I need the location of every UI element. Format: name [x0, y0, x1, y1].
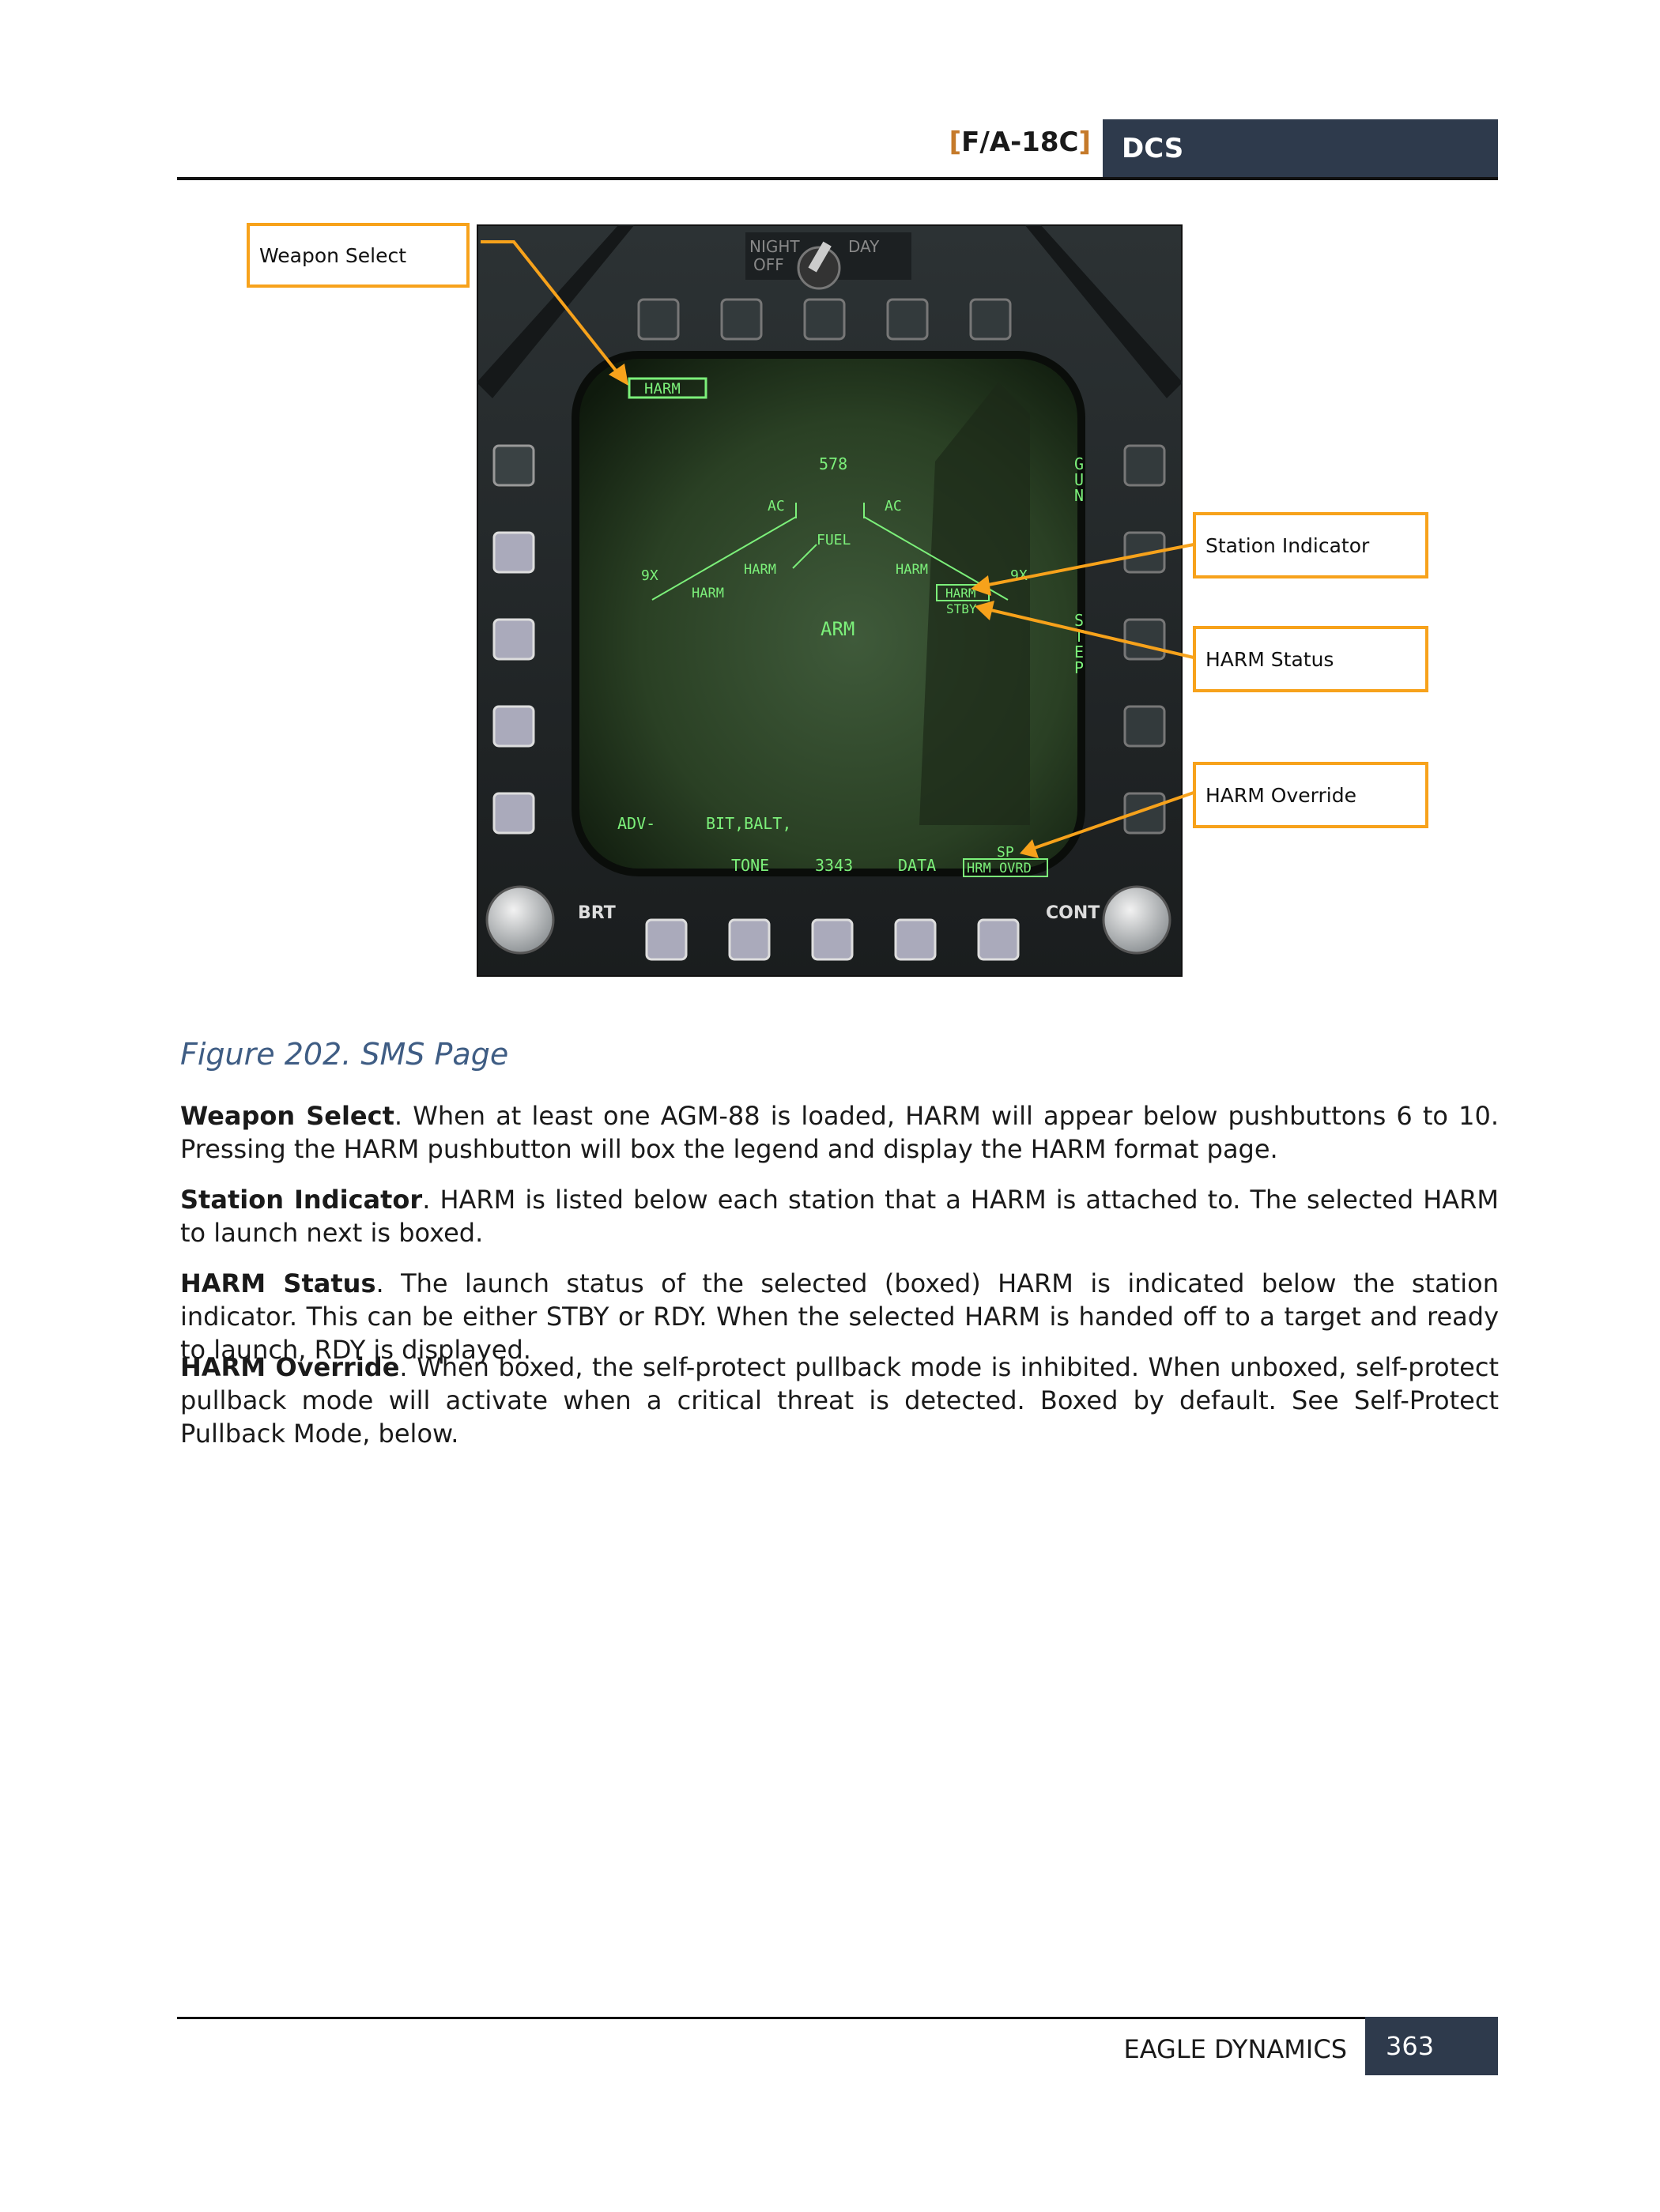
footer-rule: [177, 2017, 1498, 2019]
callout-station-indicator-label: Station Indicator: [1205, 533, 1370, 557]
leader-harm-override: [1027, 791, 1194, 852]
callout-harm-override: HARM Override: [1193, 762, 1428, 828]
callout-station-indicator: Station Indicator: [1193, 512, 1428, 578]
para-harm-override: HARM Override. When boxed, the self-prot…: [180, 1351, 1499, 1450]
para-harm-override-title: HARM Override: [180, 1352, 400, 1382]
page-number: 363: [1365, 2017, 1498, 2075]
arrowhead-harm-status: [975, 601, 994, 620]
arrowhead-station-indicator: [971, 575, 991, 596]
callout-harm-status: HARM Status: [1193, 626, 1428, 692]
callout-weapon-select: Weapon Select: [247, 223, 470, 288]
para-harm-status-title: HARM Status: [180, 1268, 376, 1298]
para-station-indicator: Station Indicator. HARM is listed below …: [180, 1183, 1499, 1249]
callout-harm-override-label: HARM Override: [1205, 783, 1356, 807]
callout-weapon-select-label: Weapon Select: [259, 243, 407, 267]
para-weapon-select: Weapon Select. When at least one AGM-88 …: [180, 1099, 1499, 1166]
footer-company: EAGLE DYNAMICS: [1123, 2034, 1347, 2064]
leader-station-indicator: [979, 543, 1194, 588]
para-weapon-select-title: Weapon Select: [180, 1101, 394, 1131]
callout-harm-status-label: HARM Status: [1205, 647, 1334, 671]
leader-harm-status: [983, 607, 1194, 659]
figure-caption: Figure 202. SMS Page: [180, 1037, 509, 1072]
leader-weapon-select: [481, 240, 618, 373]
para-station-indicator-title: Station Indicator: [180, 1185, 423, 1215]
